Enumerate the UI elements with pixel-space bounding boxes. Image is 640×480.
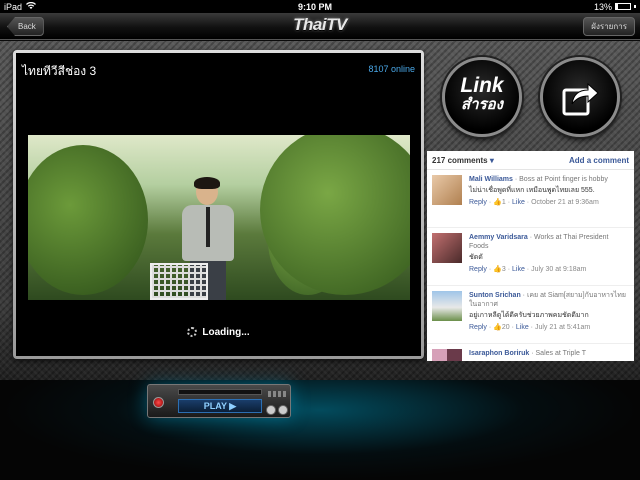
battery-percent: 13% — [593, 1, 612, 12]
stage-floor — [0, 380, 640, 480]
avatar[interactable] — [432, 291, 462, 321]
avatar[interactable] — [432, 233, 462, 263]
app-logo: ThaiTV — [293, 15, 347, 34]
commenter-name[interactable]: Isaraphon Boriruk — [469, 350, 529, 357]
comments-count-dropdown[interactable]: 217 comments ▾ — [432, 156, 494, 165]
navigation-bar: Back ThaiTV ผังรายการ — [0, 13, 640, 40]
comment-time: October 21 at 9:36am — [531, 199, 599, 206]
deck-knob-right — [278, 405, 288, 415]
commenter-work: · Boss at Point finger is hobby — [512, 176, 608, 183]
comment-text: ไม่น่าเชื่อพูดที่แหก เหมือนพูดไทยเลย 555… — [469, 187, 595, 194]
link-sublabel: สำรอง — [461, 96, 503, 113]
commenter-name[interactable]: Aemmy Varidsara — [469, 234, 528, 241]
wifi-icon — [26, 1, 37, 12]
like-count: 1 — [501, 199, 506, 206]
deck-control-buttons — [268, 391, 288, 397]
comment-item: Aemmy Varidsara · Works at Thai Presiden… — [427, 228, 634, 286]
comment-actions: Reply · 👍3 · Like · July 30 at 9:18am — [469, 266, 587, 273]
like-count: 20 — [501, 324, 510, 331]
clock: 9:10 PM — [297, 1, 332, 12]
comment-time: July 21 at 5:41am — [534, 324, 591, 331]
comment-text: อยู่เกาหลีดูได้ดีครับช่วยภาพคมชัดดีมาก — [469, 312, 589, 319]
deck-knob-left — [266, 405, 276, 415]
comment-time: July 30 at 9:18am — [531, 266, 587, 273]
like-count: 3 — [501, 266, 506, 273]
thumbs-up-icon: 👍 — [493, 199, 502, 206]
caret-down-icon: ▾ — [489, 156, 494, 165]
cyclist-tie — [206, 207, 210, 247]
power-button[interactable] — [153, 397, 164, 408]
commenter-name[interactable]: Sunton Srichan — [469, 292, 521, 299]
commenter-name[interactable]: Mali Williams — [469, 176, 513, 183]
bicycle-basket — [150, 263, 208, 300]
battery-nub — [633, 5, 636, 8]
disc-slot — [178, 389, 262, 395]
link-label: Link — [460, 74, 504, 97]
tree-left — [28, 145, 148, 295]
comment-text: ชัดดั — [469, 254, 483, 261]
thumbs-up-icon: 👍 — [493, 324, 502, 331]
thumbs-up-icon: 👍 — [493, 266, 502, 273]
comment-item: Mali Williams · Boss at Point finger is … — [427, 170, 634, 228]
comment-actions: Reply · 👍20 · Like · July 21 at 5:41am — [469, 324, 591, 331]
status-bar: iPad 9:10 PM 13% — [0, 0, 640, 13]
avatar[interactable] — [432, 349, 462, 361]
back-button[interactable]: Back — [7, 17, 44, 36]
video-player: ไทยทีวีสีช่อง 3 8107 online Loading... — [13, 50, 424, 359]
add-comment-link[interactable]: Add a comment — [569, 156, 629, 165]
play-button[interactable]: PLAY ▶ — [178, 399, 262, 413]
comments-header: 217 comments ▾ Add a comment — [427, 151, 634, 170]
comments-panel: 217 comments ▾ Add a comment Mali Willia… — [427, 151, 634, 361]
comment-actions: Reply · 👍1 · Like · October 21 at 9:36am — [469, 199, 599, 206]
loading-text: Loading... — [202, 327, 250, 338]
share-icon — [562, 82, 599, 116]
battery-icon — [614, 3, 631, 10]
commenter-work: · Sales at Triple T — [529, 350, 586, 357]
loading-indicator: Loading... — [16, 327, 421, 338]
comment-item: Isaraphon Boriruk · Sales at Triple T — [427, 344, 634, 361]
device-label: iPad — [4, 1, 23, 12]
player-deck: PLAY ▶ — [147, 384, 291, 418]
avatar[interactable] — [432, 175, 462, 205]
online-count: 8107 online — [368, 64, 415, 74]
reply-link[interactable]: Reply — [469, 266, 487, 273]
video-frame[interactable] — [28, 135, 410, 300]
backup-link-button[interactable]: Link สำรอง — [442, 57, 522, 137]
reply-link[interactable]: Reply — [469, 199, 487, 206]
like-link[interactable]: Like — [512, 266, 525, 273]
cyclist-hair — [194, 177, 220, 189]
comment-item: Sunton Srichan · เคย at Siam[สยาม]กับอาห… — [427, 286, 634, 344]
player-screen: ไทยทีวีสีช่อง 3 8107 online Loading... — [16, 53, 421, 356]
share-button[interactable] — [540, 57, 620, 137]
like-link[interactable]: Like — [516, 324, 529, 331]
schedule-button[interactable]: ผังรายการ — [583, 17, 635, 36]
comments-count: 217 comments — [432, 156, 488, 165]
like-link[interactable]: Like — [512, 199, 525, 206]
spinner-icon — [187, 327, 198, 337]
reply-link[interactable]: Reply — [469, 324, 487, 331]
channel-title: ไทยทีวีสีช่อง 3 — [22, 64, 97, 78]
